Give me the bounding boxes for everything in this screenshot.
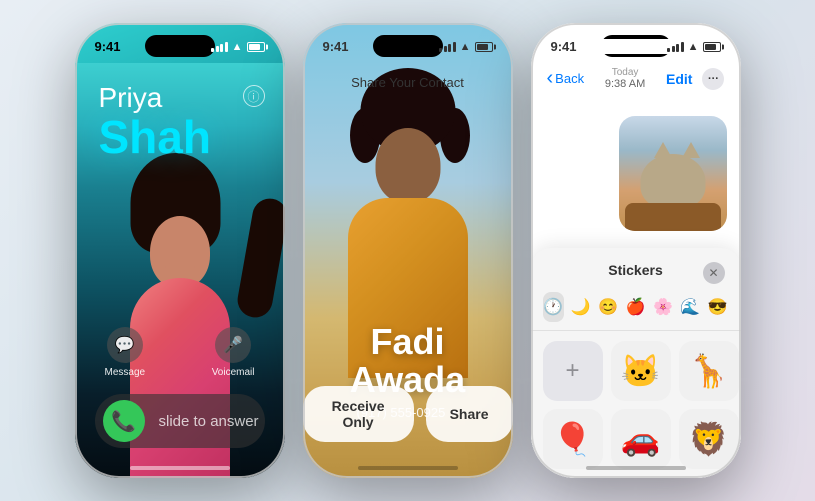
p1-home-indicator (130, 466, 230, 470)
p2-status-icons: ▲ (439, 41, 492, 53)
p2-battery-icon (475, 42, 493, 52)
p2-action-buttons: Receive Only Share (303, 386, 513, 442)
sticker-tab-wave[interactable]: 🌊 (680, 292, 701, 322)
stickers-title: Stickers (608, 262, 662, 278)
phone-2-wrapper: 9:41 ▲ Share Your Contact Fadi (303, 23, 513, 478)
phone-3: 9:41 ▲ ‹ Back T (531, 23, 741, 478)
p3-nav-right: Edit ··· (666, 68, 724, 90)
sticker-giraffe[interactable]: 🦒 (679, 341, 739, 401)
p1-signal-bars (211, 42, 228, 52)
p3-signal-bars (667, 42, 684, 52)
receive-only-button[interactable]: Receive Only (303, 386, 414, 442)
sticker-cat[interactable]: 🐱 (611, 341, 671, 401)
p1-slide-to-answer[interactable]: 📞 slide to answer (95, 394, 265, 448)
p3-back-label: Back (555, 71, 584, 86)
p2-status-time: 9:41 (323, 39, 349, 54)
p3-signal-bar-1 (667, 48, 670, 52)
p1-status-bar: 9:41 ▲ (75, 39, 285, 54)
phone-2: 9:41 ▲ Share Your Contact Fadi (303, 23, 513, 478)
p1-message-btn[interactable]: 💬 Message (105, 327, 146, 378)
p3-status-time: 9:41 (551, 39, 577, 54)
stickers-grid: + 🐱 🦒 🎈 🚗 🦁 (531, 331, 741, 478)
p3-nav-date: Today (612, 67, 639, 78)
p1-voicemail-label: Voicemail (212, 367, 255, 378)
p2-signal-bar-1 (439, 48, 442, 52)
sticker-tab-flower[interactable]: 🌸 (652, 292, 673, 322)
signal-bar-1 (211, 48, 214, 52)
sticker-tab-apple[interactable]: 🍎 (625, 292, 646, 322)
p3-wifi-icon: ▲ (688, 41, 699, 53)
p1-battery-icon (247, 42, 265, 52)
p1-answer-circle: 📞 (103, 400, 145, 442)
p1-voicemail-btn[interactable]: 🎤 Voicemail (212, 327, 255, 378)
sticker-tab-moon[interactable]: 🌙 (570, 292, 591, 322)
p1-action-row: 💬 Message 🎤 Voicemail (95, 327, 265, 378)
p2-header: Share Your Contact (303, 75, 513, 90)
p1-bottom-ui: 💬 Message 🎤 Voicemail 📞 slide to answer (75, 327, 285, 478)
p1-wifi-icon: ▲ (232, 41, 243, 53)
p3-nav-center: Today 9:38 AM (605, 67, 645, 90)
signal-bar-4 (225, 42, 228, 52)
p3-status-icons: ▲ (667, 41, 720, 53)
stickers-header: Stickers ✕ (531, 248, 741, 292)
phone-1-wrapper: 9:41 ▲ Priya Shah ⓘ (75, 23, 285, 478)
p3-chevron-left: ‹ (547, 67, 554, 90)
share-button[interactable]: Share (426, 386, 513, 442)
cat-ear-right (682, 142, 700, 158)
cat-surface (625, 203, 721, 231)
sticker-lion[interactable]: 🦁 (679, 409, 739, 469)
p1-message-label: Message (105, 367, 146, 378)
p2-firstname: Fadi (370, 321, 444, 362)
p1-battery-fill (249, 44, 260, 50)
sticker-car[interactable]: 🚗 (611, 409, 671, 469)
signal-bar-2 (216, 46, 219, 52)
p3-battery-icon (703, 42, 721, 52)
phone-1: 9:41 ▲ Priya Shah ⓘ (75, 23, 285, 478)
stickers-close-button[interactable]: ✕ (703, 262, 725, 284)
p3-signal-bar-4 (681, 42, 684, 52)
phone-3-wrapper: 9:41 ▲ ‹ Back T (531, 23, 741, 478)
p3-cat-photo (619, 116, 727, 231)
p2-signal-bars (439, 42, 456, 52)
p3-ellipsis-button[interactable]: ··· (702, 68, 724, 90)
p1-status-icons: ▲ (211, 41, 264, 53)
p3-content: Stickers ✕ 🕐 🌙 😊 🍎 🌸 🌊 😎 + (531, 111, 741, 478)
p2-signal-bar-2 (444, 46, 447, 52)
p2-wifi-icon: ▲ (460, 41, 471, 53)
sticker-tab-cool[interactable]: 😎 (707, 292, 728, 322)
p3-signal-bar-3 (676, 44, 679, 52)
p3-back-button[interactable]: ‹ Back (547, 67, 585, 90)
sticker-tab-emoji[interactable]: 😊 (597, 292, 618, 322)
p2-signal-bar-4 (453, 42, 456, 52)
p1-phone-icon: 📞 (111, 409, 136, 434)
cat-ear-left (654, 142, 672, 158)
p1-lastname: Shah (99, 114, 285, 160)
p2-status-bar: 9:41 ▲ (303, 39, 513, 54)
signal-bar-3 (220, 44, 223, 52)
stickers-tabs: 🕐 🌙 😊 🍎 🌸 🌊 😎 (531, 292, 741, 331)
priya-hair-right (234, 196, 284, 320)
p2-battery-fill (477, 44, 488, 50)
cat-body (640, 154, 705, 209)
p1-status-time: 9:41 (95, 39, 121, 54)
p1-voicemail-icon: 🎤 (215, 327, 251, 363)
sticker-add-button[interactable]: + (543, 341, 603, 401)
sticker-tab-recent[interactable]: 🕐 (543, 292, 564, 322)
p1-message-icon: 💬 (107, 327, 143, 363)
p3-status-bar: 9:41 ▲ (531, 39, 741, 54)
p2-home-indicator (358, 466, 458, 470)
p3-nav-time: 9:38 AM (605, 78, 645, 90)
p3-edit-button[interactable]: Edit (666, 71, 692, 87)
p3-nav-bar: ‹ Back Today 9:38 AM Edit ··· (531, 67, 741, 90)
p3-battery-fill (705, 44, 716, 50)
p3-home-indicator (586, 466, 686, 470)
p2-signal-bar-3 (448, 44, 451, 52)
p1-info-icon[interactable]: ⓘ (243, 85, 265, 107)
stickers-panel: Stickers ✕ 🕐 🌙 😊 🍎 🌸 🌊 😎 + (531, 248, 741, 478)
sticker-balloon[interactable]: 🎈 (543, 409, 603, 469)
p3-signal-bar-2 (672, 46, 675, 52)
p1-slide-text: slide to answer (159, 413, 259, 430)
